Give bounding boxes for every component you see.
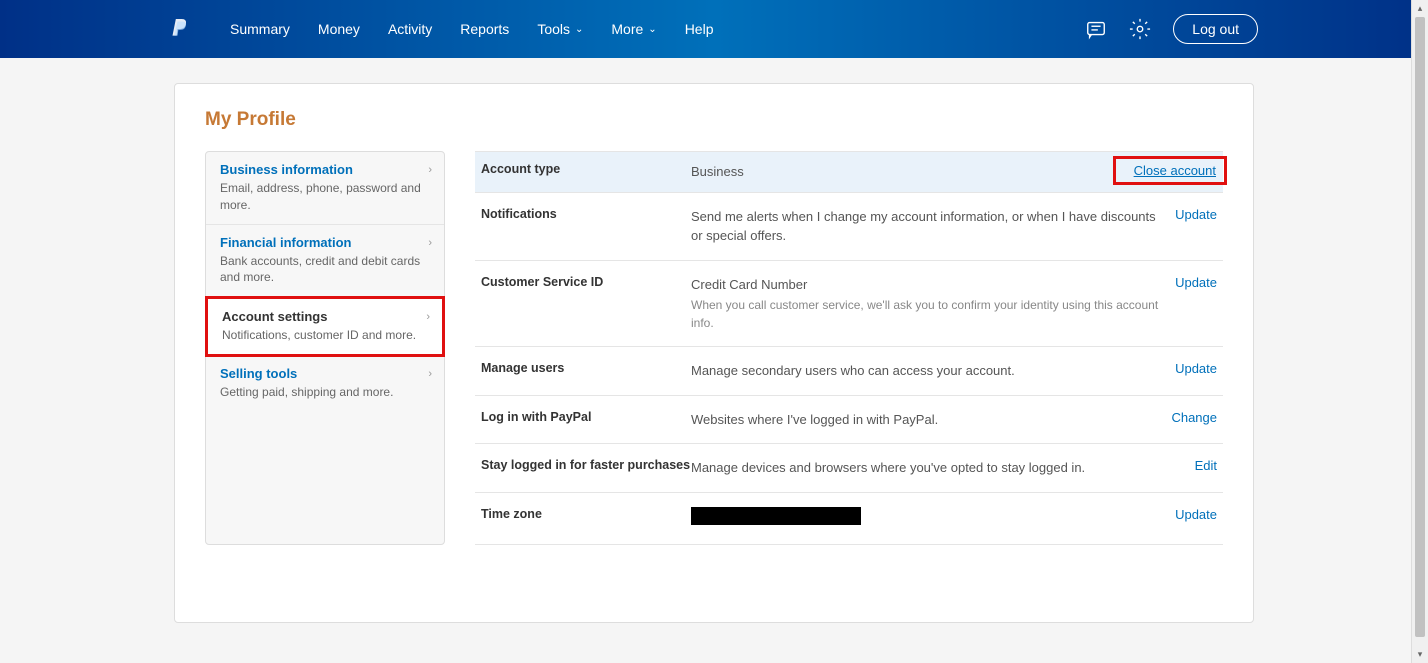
row-label: Customer Service ID (481, 275, 691, 289)
nav-tools[interactable]: Tools ⌄ (537, 21, 583, 37)
scroll-up-arrow[interactable]: ▴ (1412, 0, 1428, 17)
sidebar-item-desc: Getting paid, shipping and more. (220, 384, 430, 401)
update-link[interactable]: Update (1175, 507, 1217, 522)
vertical-scrollbar[interactable]: ▴ ▾ (1411, 0, 1428, 663)
sidebar-item-business-information[interactable]: Business information Email, address, phon… (206, 152, 444, 225)
global-header: Summary Money Activity Reports Tools ⌄ Mo… (0, 0, 1428, 58)
change-link[interactable]: Change (1171, 410, 1217, 425)
chevron-down-icon: ⌄ (648, 24, 656, 35)
sidebar-item-title: Account settings (222, 309, 428, 324)
page-title: My Profile (205, 109, 1223, 131)
sidebar-item-desc: Notifications, customer ID and more. (222, 327, 428, 344)
paypal-logo[interactable] (170, 16, 190, 42)
row-label: Stay logged in for faster purchases (481, 458, 691, 472)
row-body: Business (691, 162, 1113, 182)
nav-activity[interactable]: Activity (388, 21, 432, 37)
chevron-down-icon: ⌄ (575, 24, 583, 35)
sidebar-item-title: Selling tools (220, 366, 430, 381)
sidebar-item-selling-tools[interactable]: Selling tools Getting paid, shipping and … (206, 356, 444, 411)
row-label: Time zone (481, 507, 691, 521)
row-body: Manage secondary users who can access yo… (691, 361, 1165, 381)
row-body: Websites where I've logged in with PayPa… (691, 410, 1161, 430)
edit-link[interactable]: Edit (1195, 458, 1217, 473)
update-link[interactable]: Update (1175, 361, 1217, 376)
scroll-thumb[interactable] (1415, 17, 1425, 637)
sidebar-item-title: Business information (220, 162, 430, 177)
nav-help[interactable]: Help (685, 21, 714, 37)
nav-more-label: More (611, 21, 643, 37)
row-body: Manage devices and browsers where you've… (691, 458, 1185, 478)
chevron-right-icon: › (426, 311, 430, 323)
update-link[interactable]: Update (1175, 275, 1217, 290)
row-label: Log in with PayPal (481, 410, 691, 424)
redacted-value (691, 507, 861, 525)
nav-more[interactable]: More ⌄ (611, 21, 656, 37)
row-label: Manage users (481, 361, 691, 375)
row-body: Credit Card NumberWhen you call customer… (691, 275, 1165, 333)
sidebar-item-desc: Email, address, phone, password and more… (220, 180, 430, 214)
sidebar-item-desc: Bank accounts, credit and debit cards an… (220, 253, 430, 287)
messages-icon[interactable] (1085, 18, 1107, 40)
row-subtext: When you call customer service, we'll as… (691, 296, 1165, 332)
header-actions: Log out (1085, 14, 1258, 44)
profile-sidebar: Business information Email, address, phon… (205, 151, 445, 545)
gear-icon[interactable] (1129, 18, 1151, 40)
chevron-right-icon: › (428, 237, 432, 249)
nav-summary[interactable]: Summary (230, 21, 290, 37)
row-body (691, 507, 1165, 531)
nav-money[interactable]: Money (318, 21, 360, 37)
update-link[interactable]: Update (1175, 207, 1217, 222)
settings-content: Account typeBusinessClose accountNotific… (475, 151, 1223, 545)
setting-row-stay-logged-in-for-faster-purchases: Stay logged in for faster purchasesManag… (475, 444, 1223, 493)
close-account-link[interactable]: Close account (1113, 156, 1227, 185)
chevron-right-icon: › (428, 164, 432, 176)
setting-row-manage-users: Manage usersManage secondary users who c… (475, 347, 1223, 396)
setting-row-notifications: NotificationsSend me alerts when I chang… (475, 193, 1223, 261)
setting-row-log-in-with-paypal: Log in with PayPalWebsites where I've lo… (475, 396, 1223, 445)
row-label: Notifications (481, 207, 691, 221)
row-label: Account type (481, 162, 691, 176)
setting-row-account-type: Account typeBusinessClose account (475, 151, 1223, 193)
chevron-right-icon: › (428, 368, 432, 380)
sidebar-item-account-settings[interactable]: Account settings Notifications, customer … (205, 296, 445, 357)
scroll-down-arrow[interactable]: ▾ (1412, 646, 1428, 663)
logout-button[interactable]: Log out (1173, 14, 1258, 44)
nav-tools-label: Tools (537, 21, 570, 37)
setting-row-customer-service-id: Customer Service IDCredit Card NumberWhe… (475, 261, 1223, 348)
page-card: My Profile Business information Email, ad… (174, 83, 1254, 623)
nav-reports[interactable]: Reports (460, 21, 509, 37)
setting-row-time-zone: Time zone Update (475, 493, 1223, 546)
sidebar-item-financial-information[interactable]: Financial information Bank accounts, cred… (206, 225, 444, 298)
sidebar-item-title: Financial information (220, 235, 430, 250)
main-nav: Summary Money Activity Reports Tools ⌄ Mo… (230, 21, 1085, 37)
row-body: Send me alerts when I change my account … (691, 207, 1165, 246)
